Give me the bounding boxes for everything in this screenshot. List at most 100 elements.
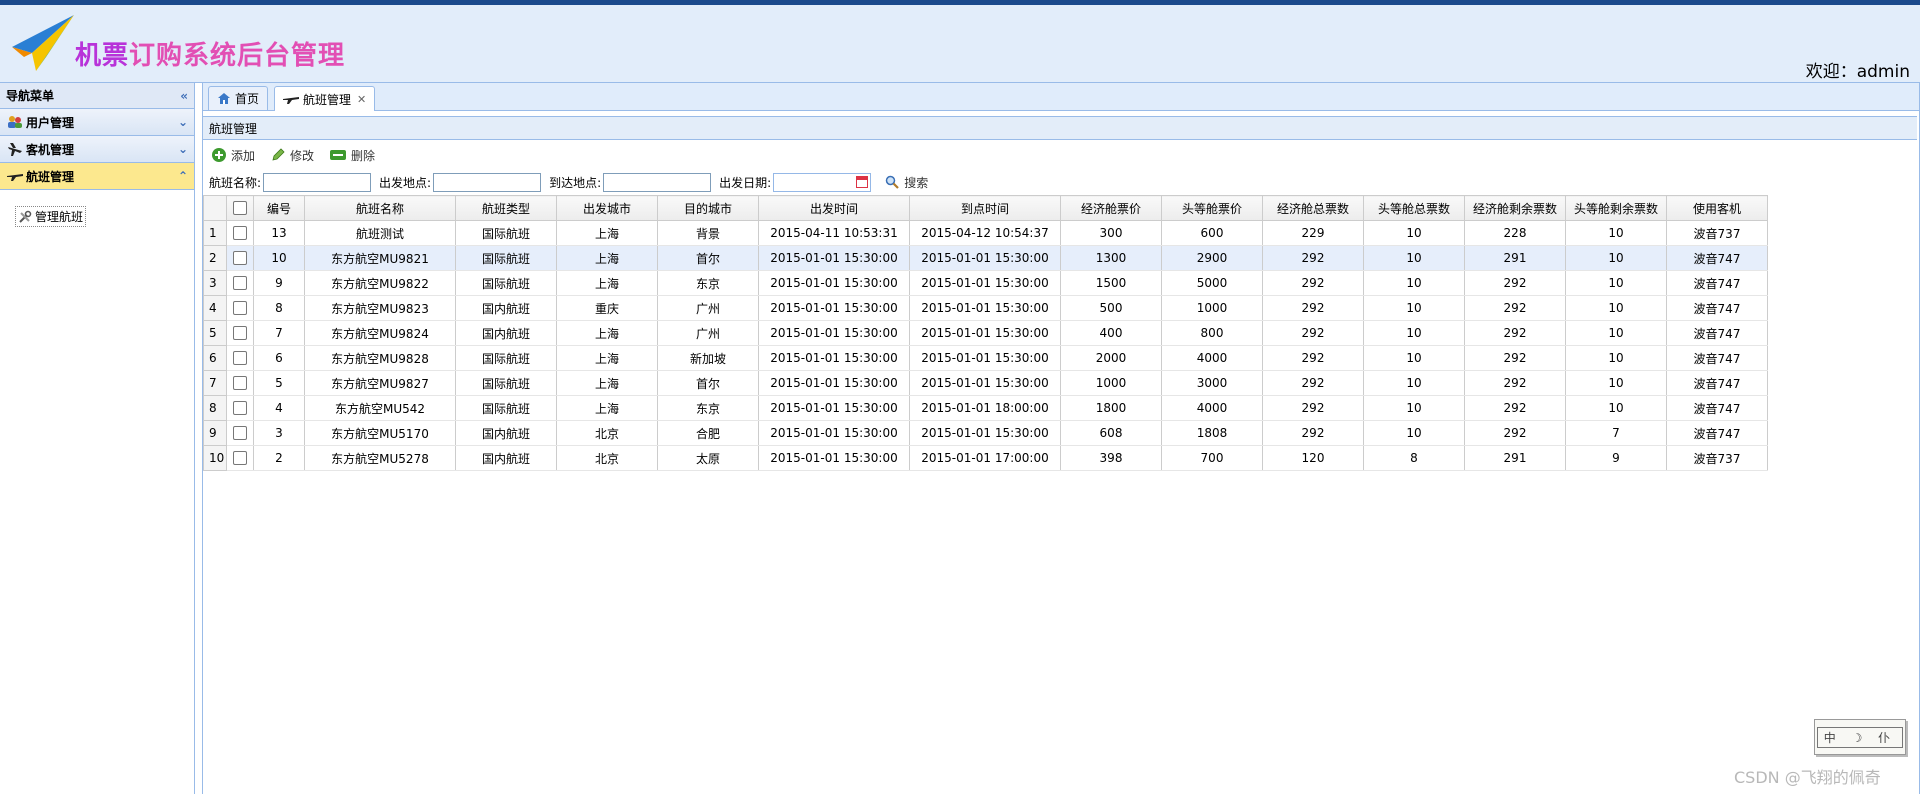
table-row[interactable]: 1 13 航班测试 国际航班 上海 背景 2015-04-11 10:53:31 2015-0… (203, 220, 1768, 246)
row-checkbox-cell[interactable] (226, 220, 254, 246)
table-row[interactable]: 4 8 东方航空MU9823 国内航班 重庆 广州 2015-01-01 15:30:00 2… (203, 295, 1768, 321)
tab-flight-management[interactable]: 航班管理 ✕ (274, 86, 376, 111)
table-cell: 2000 (1060, 345, 1162, 371)
row-checkbox[interactable] (233, 226, 247, 241)
arrival-input[interactable] (603, 172, 712, 192)
row-checkbox[interactable] (233, 376, 247, 391)
column-header[interactable]: 目的城市 (657, 195, 759, 221)
table-row[interactable]: 8 4 东方航空MU542 国际航班 上海 东京 2015-01-01 15:30:00 20… (203, 395, 1768, 421)
edit-button[interactable]: 修改 (270, 147, 314, 164)
column-header[interactable]: 到点时间 (909, 195, 1061, 221)
row-checkbox[interactable] (233, 301, 247, 316)
table-cell: 10 (1363, 345, 1465, 371)
username: admin (1856, 62, 1910, 82)
table-cell: 东方航空MU542 (304, 395, 456, 421)
column-header[interactable]: 经济舱票价 (1060, 195, 1162, 221)
table-cell: 10 (1565, 395, 1667, 421)
departure-input[interactable] (433, 172, 542, 192)
row-checkbox[interactable] (233, 451, 247, 466)
airplane-icon (6, 141, 24, 157)
table-row[interactable]: 2 10 东方航空MU9821 国际航班 上海 首尔 2015-01-01 15:30:00… (203, 245, 1768, 271)
table-cell: 10 (1565, 270, 1667, 296)
row-checkbox[interactable] (233, 251, 247, 266)
select-all-checkbox-cell[interactable] (226, 195, 254, 221)
table-cell: 2015-01-01 15:30:00 (909, 420, 1061, 446)
tab-strip: 首页 航班管理 ✕ (203, 83, 1919, 111)
table-cell: 2015-01-01 15:30:00 (758, 345, 910, 371)
row-checkbox-cell[interactable] (226, 370, 254, 396)
table-row[interactable]: 6 6 东方航空MU9828 国际航班 上海 新加坡 2015-01-01 15:30:00… (203, 345, 1768, 371)
column-header[interactable]: 经济舱剩余票数 (1464, 195, 1566, 221)
chevron-up-icon[interactable]: ⌃ (178, 169, 188, 183)
table-row[interactable]: 9 3 东方航空MU5170 国内航班 北京 合肥 2015-01-01 15:30:00 2… (203, 420, 1768, 446)
table-cell: 国际航班 (455, 220, 557, 246)
table-cell: 波音747 (1666, 345, 1768, 371)
row-checkbox-cell[interactable] (226, 395, 254, 421)
row-checkbox[interactable] (233, 426, 247, 441)
close-icon[interactable]: ✕ (357, 93, 366, 106)
table-cell: 东方航空MU9823 (304, 295, 456, 321)
column-header[interactable]: 头等舱票价 (1161, 195, 1263, 221)
add-label: 添加 (231, 148, 256, 163)
sidebar-item-flight-management[interactable]: 航班管理 ⌃ (0, 163, 194, 190)
sidebar-subitem-manage-flights[interactable]: 管理航班 (15, 206, 87, 227)
collapse-sidebar-icon[interactable]: « (180, 89, 188, 103)
departure-date-field[interactable] (773, 172, 872, 192)
column-header[interactable]: 出发城市 (556, 195, 658, 221)
table-cell: 2015-01-01 15:30:00 (758, 295, 910, 321)
table-row[interactable]: 3 9 东方航空MU9822 国际航班 上海 东京 2015-01-01 15:30:00 2… (203, 270, 1768, 296)
add-button[interactable]: 添加 (211, 147, 255, 164)
table-row[interactable]: 5 7 东方航空MU9824 国内航班 上海 广州 2015-01-01 15:30:00 2… (203, 320, 1768, 346)
search-button[interactable]: 搜索 (885, 174, 928, 191)
table-cell: 292 (1262, 370, 1364, 396)
table-row[interactable]: 10 2 东方航空MU5278 国内航班 北京 太原 2015-01-01 15:30:00… (203, 445, 1768, 471)
table-cell: 波音737 (1666, 445, 1768, 471)
column-header[interactable]: 编号 (253, 195, 305, 221)
chevron-down-icon[interactable]: ⌄ (178, 115, 188, 129)
table-cell: 国内航班 (455, 295, 557, 321)
calendar-icon[interactable] (856, 175, 869, 188)
table-cell: 10 (1363, 245, 1465, 271)
table-cell: 3 (253, 420, 305, 446)
remove-icon (329, 149, 347, 161)
column-header[interactable]: 使用客机 (1666, 195, 1768, 221)
row-checkbox[interactable] (233, 351, 247, 366)
row-checkbox-cell[interactable] (226, 445, 254, 471)
table-cell: 广州 (657, 295, 759, 321)
table-cell: 5000 (1161, 270, 1263, 296)
flight-name-input[interactable] (263, 172, 372, 192)
table-cell: 太原 (657, 445, 759, 471)
row-checkbox[interactable] (233, 326, 247, 341)
table-cell: 波音747 (1666, 320, 1768, 346)
row-checkbox-cell[interactable] (226, 295, 254, 321)
table-cell: 波音747 (1666, 245, 1768, 271)
column-header[interactable]: 头等舱总票数 (1363, 195, 1465, 221)
table-row[interactable]: 7 5 东方航空MU9827 国际航班 上海 首尔 2015-01-01 15:30:00 2… (203, 370, 1768, 396)
table-cell: 400 (1060, 320, 1162, 346)
row-checkbox-cell[interactable] (226, 420, 254, 446)
row-checkbox[interactable] (233, 276, 247, 291)
table-cell: 波音737 (1666, 220, 1768, 246)
select-all-checkbox[interactable] (233, 201, 247, 216)
pencil-icon (270, 147, 286, 163)
ime-status-widget[interactable]: 中 ☽ 仆 (1814, 719, 1906, 755)
table-cell: 2015-01-01 15:30:00 (758, 245, 910, 271)
column-header[interactable]: 经济舱总票数 (1262, 195, 1364, 221)
tab-home[interactable]: 首页 (208, 86, 269, 110)
sidebar-item-user-management[interactable]: 用户管理 ⌄ (0, 109, 194, 136)
column-header[interactable]: 航班名称 (304, 195, 456, 221)
column-header[interactable]: 头等舱剩余票数 (1565, 195, 1667, 221)
sidebar-item-aircraft-management[interactable]: 客机管理 ⌄ (0, 136, 194, 163)
row-checkbox-cell[interactable] (226, 345, 254, 371)
row-checkbox-cell[interactable] (226, 270, 254, 296)
table-cell: 东方航空MU9822 (304, 270, 456, 296)
row-checkbox-cell[interactable] (226, 320, 254, 346)
column-header[interactable]: 出发时间 (758, 195, 910, 221)
row-checkbox[interactable] (233, 401, 247, 416)
column-header[interactable]: 航班类型 (455, 195, 557, 221)
row-number: 9 (203, 420, 227, 446)
row-checkbox-cell[interactable] (226, 245, 254, 271)
table-cell: 2015-01-01 15:30:00 (909, 345, 1061, 371)
delete-button[interactable]: 删除 (329, 147, 375, 164)
chevron-down-icon[interactable]: ⌄ (178, 142, 188, 156)
